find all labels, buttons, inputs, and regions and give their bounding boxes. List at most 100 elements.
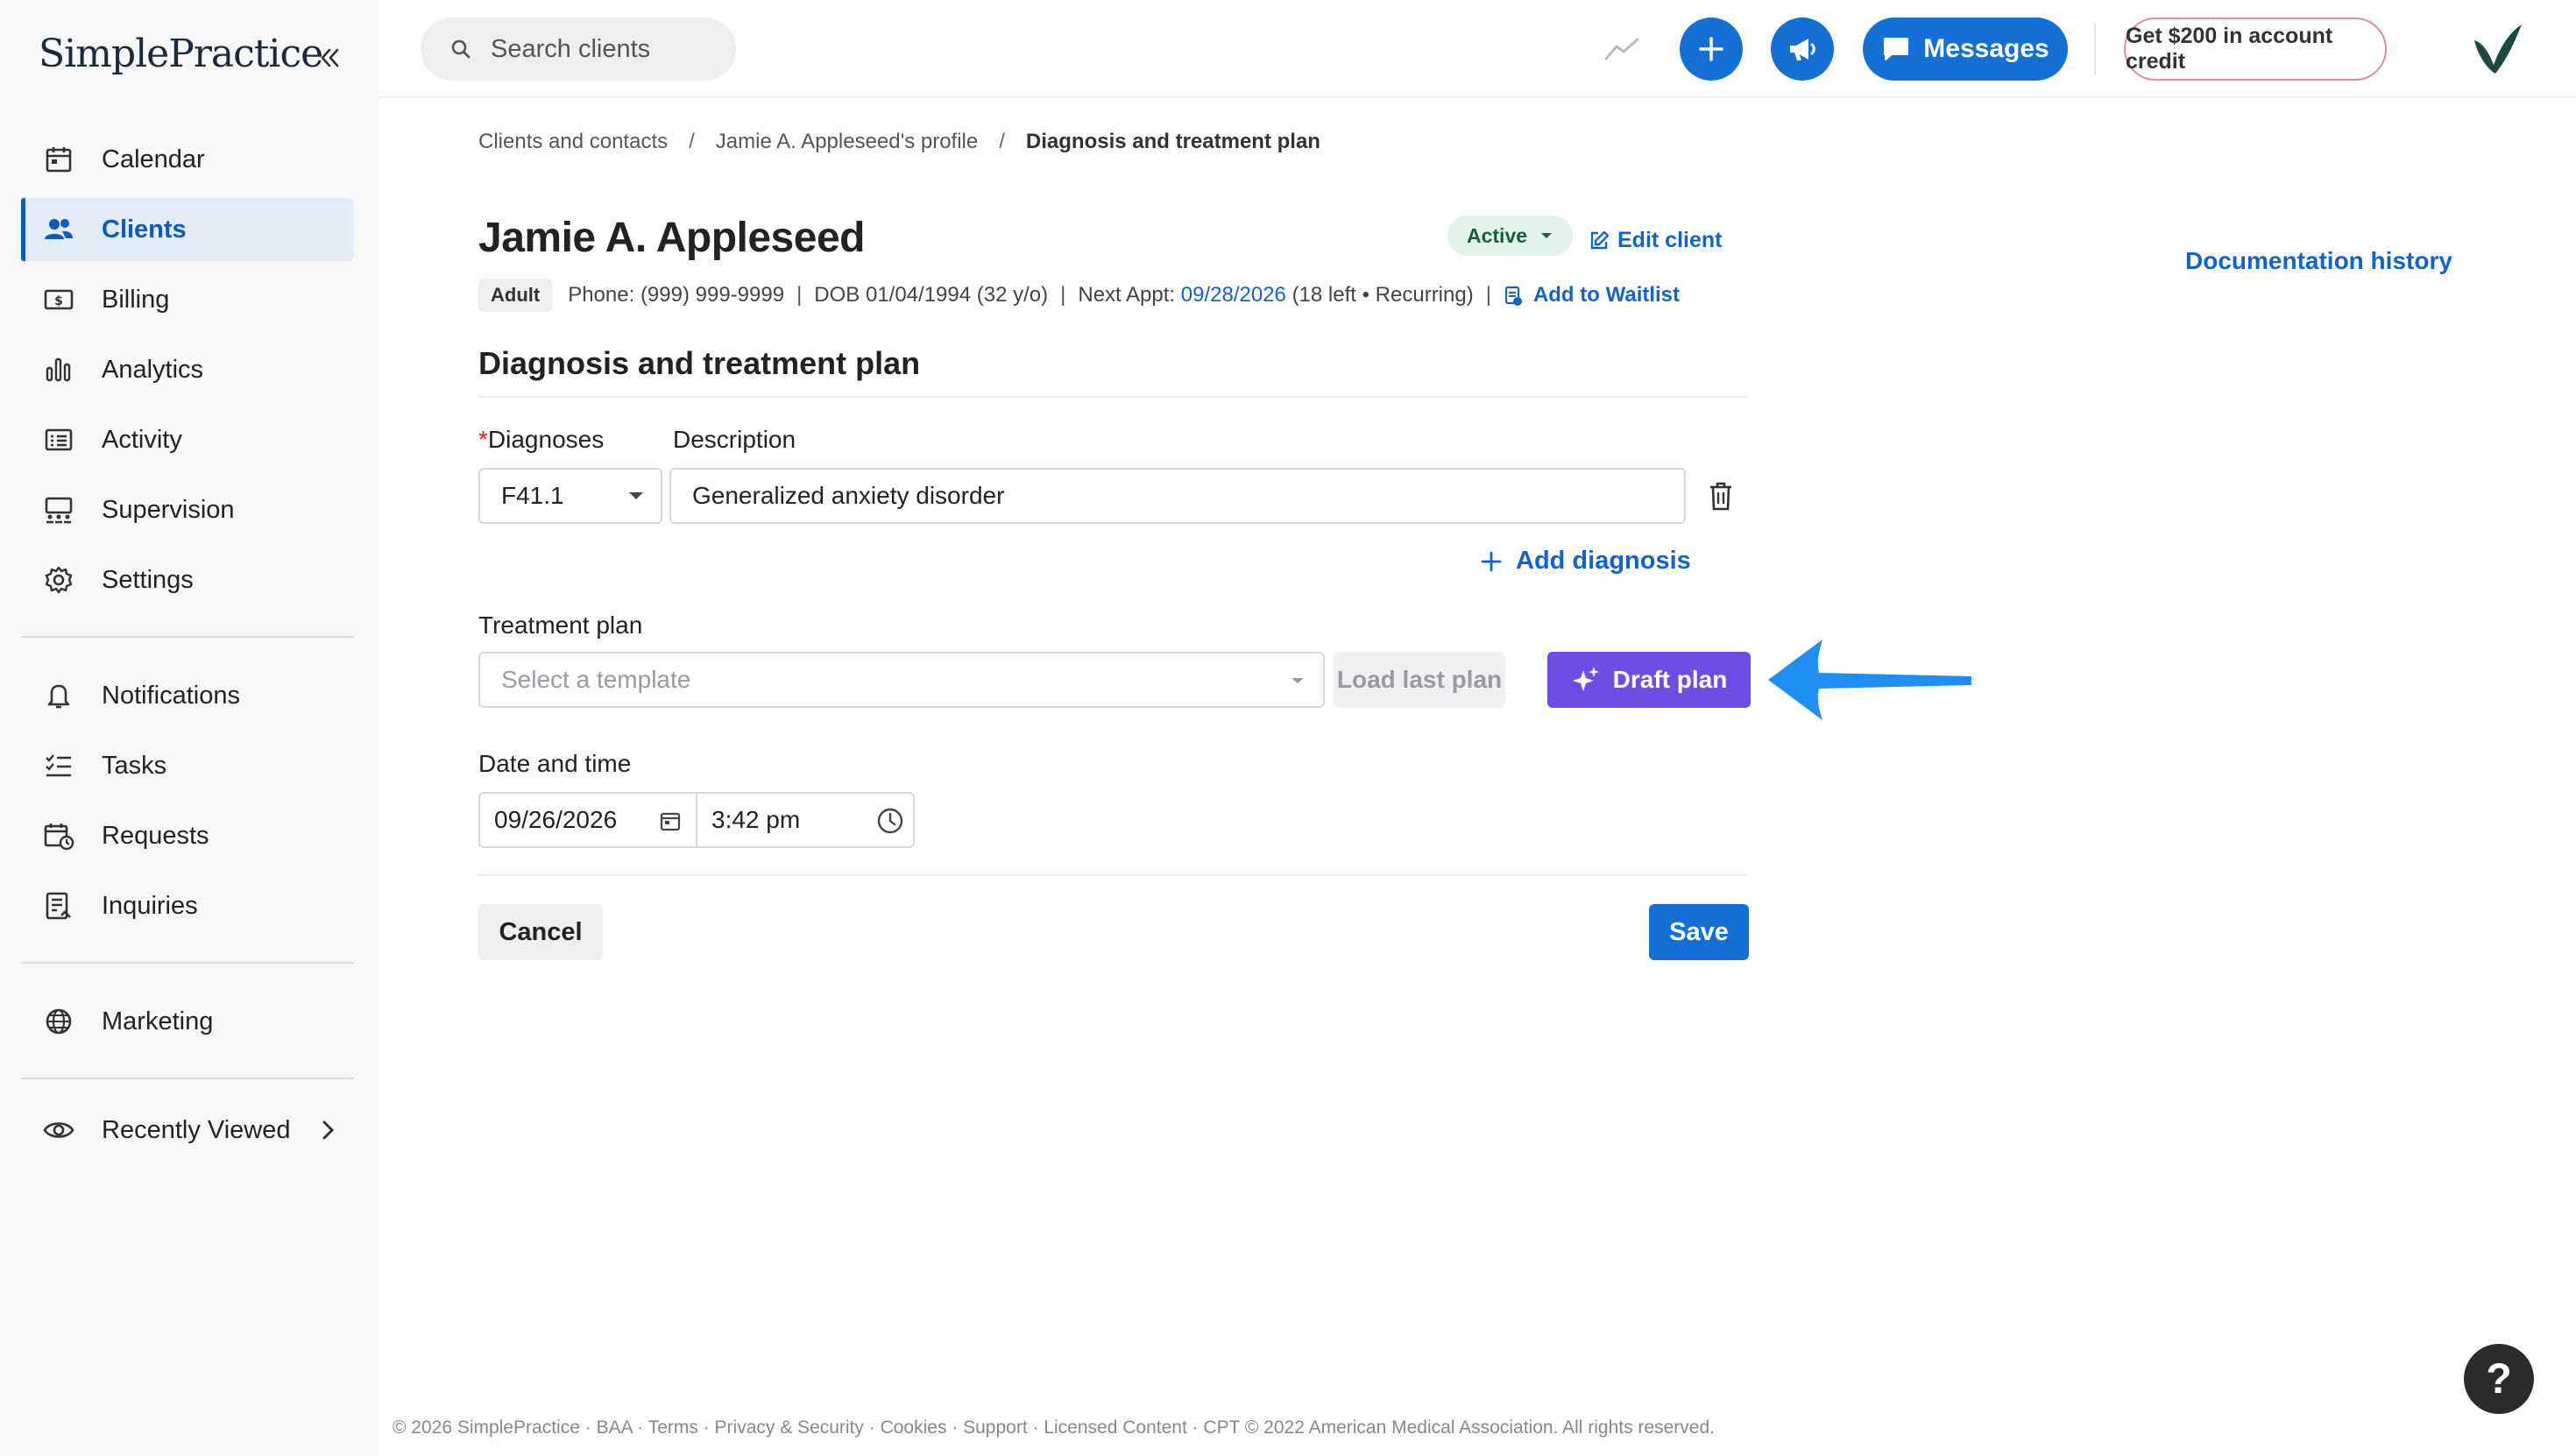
diagnoses-label-text: Diagnoses	[487, 426, 605, 453]
time-value: 3:42 pm	[711, 806, 801, 833]
sidebar-item-recently-viewed[interactable]: Recently Viewed	[21, 1099, 354, 1162]
account-credit-button[interactable]: Get $200 in account credit	[2124, 18, 2387, 81]
treatment-plan-label: Treatment plan	[478, 611, 643, 639]
load-last-plan-button[interactable]: Load last plan	[1334, 652, 1505, 708]
diagnosis-code-select[interactable]: F41.1	[478, 468, 662, 524]
sidebar-item-clients[interactable]: Clients	[21, 198, 354, 261]
delete-diagnosis-button[interactable]	[1703, 477, 1738, 515]
section-divider	[478, 396, 1747, 398]
edit-icon	[1588, 230, 1610, 252]
breadcrumb-link-profile[interactable]: Jamie A. Appleseed's profile	[716, 130, 978, 154]
caret-down-icon	[627, 491, 645, 501]
requests-icon	[42, 819, 75, 852]
sidebar-item-label: Marketing	[102, 1007, 214, 1035]
main-content: Clients and contacts / Jamie A. Applesee…	[379, 98, 2576, 1456]
next-appt-label: Next Appt:	[1078, 283, 1176, 307]
add-diagnosis-label: Add diagnosis	[1516, 547, 1691, 575]
tasks-icon	[42, 749, 75, 782]
megaphone-icon	[1790, 39, 1815, 60]
sidebar-item-label: Billing	[102, 285, 170, 314]
app-root: SimplePractice Calendar Clients $ Billin…	[0, 0, 2576, 1456]
app-logo[interactable]: SimplePractice	[39, 32, 323, 76]
sidebar-item-analytics[interactable]: Analytics	[21, 338, 354, 401]
gear-icon	[42, 563, 75, 597]
draft-plan-label: Draft plan	[1612, 666, 1728, 693]
announcements-button[interactable]	[1771, 18, 1834, 81]
messages-button[interactable]: Messages	[1863, 18, 2068, 81]
diagnoses-label: *Diagnoses	[478, 426, 604, 454]
sidebar-item-label: Tasks	[102, 751, 167, 780]
search-icon	[450, 39, 471, 60]
bell-icon	[42, 679, 75, 712]
sidebar-item-tasks[interactable]: Tasks	[21, 734, 354, 797]
clock-icon	[876, 807, 904, 835]
sidebar-item-notifications[interactable]: Notifications	[21, 664, 354, 727]
date-time-field: 09/26/2026 3:42 pm	[478, 792, 915, 848]
sidebar-divider	[21, 1078, 354, 1079]
calendar-icon	[42, 143, 75, 176]
diagnosis-description-input[interactable]: Generalized anxiety disorder	[669, 468, 1686, 524]
help-button[interactable]: ?	[2464, 1344, 2534, 1414]
sidebar-item-activity[interactable]: Activity	[21, 408, 354, 471]
sidebar-item-label: Clients	[102, 215, 187, 244]
breadcrumb-link-clients[interactable]: Clients and contacts	[478, 130, 668, 154]
next-appt-link[interactable]: 09/28/2026	[1181, 283, 1286, 307]
double-chevron-left-icon	[321, 48, 339, 67]
create-button[interactable]	[1680, 18, 1743, 81]
sidebar-item-label: Settings	[102, 565, 194, 594]
eye-icon	[42, 1113, 75, 1147]
form-divider	[478, 874, 1747, 876]
calendar-icon	[659, 809, 682, 832]
sidebar-item-billing[interactable]: $ Billing	[21, 268, 354, 331]
sidebar-item-calendar[interactable]: Calendar	[21, 128, 354, 191]
add-to-waitlist-link[interactable]: Add to Waitlist	[1504, 283, 1680, 307]
trend-icon	[1604, 38, 1639, 60]
collapse-sidebar-button[interactable]	[312, 40, 347, 75]
sidebar: SimplePractice Calendar Clients $ Billin…	[0, 0, 379, 1456]
sidebar-item-settings[interactable]: Settings	[21, 548, 354, 611]
save-button[interactable]: Save	[1649, 904, 1749, 960]
diagnosis-code-value: F41.1	[501, 482, 564, 509]
client-type-badge: Adult	[478, 279, 553, 312]
footer: © 2026 SimplePractice · BAA · Terms · Pr…	[393, 1417, 1715, 1438]
edit-client-link[interactable]: Edit client	[1588, 228, 1722, 253]
meta-separator: |	[796, 283, 803, 307]
add-diagnosis-button[interactable]: Add diagnosis	[1481, 547, 1691, 576]
plus-icon	[1699, 37, 1723, 61]
sparkle-icon	[1571, 665, 1601, 695]
account-avatar[interactable]	[2469, 21, 2525, 77]
documentation-history-link[interactable]: Documentation history	[2185, 247, 2452, 275]
caret-down-icon	[1290, 676, 1306, 685]
draft-plan-button[interactable]: Draft plan	[1547, 652, 1751, 708]
svg-text:$: $	[54, 294, 63, 308]
caret-down-icon	[1539, 231, 1553, 240]
sidebar-item-marketing[interactable]: Marketing	[21, 990, 354, 1053]
sidebar-item-requests[interactable]: Requests	[21, 804, 354, 867]
client-dob: DOB 01/04/1994 (32 y/o)	[814, 283, 1049, 307]
client-meta: Adult Phone: (999) 999-9999 | DOB 01/04/…	[478, 279, 1680, 312]
globe-icon	[42, 1005, 75, 1038]
sidebar-item-label: Supervision	[102, 495, 235, 524]
breadcrumb-separator: /	[999, 130, 1005, 153]
cancel-button[interactable]: Cancel	[478, 904, 603, 960]
time-input[interactable]: 3:42 pm	[697, 794, 913, 846]
template-placeholder: Select a template	[501, 666, 691, 693]
waitlist-icon	[1504, 284, 1523, 307]
status-badge[interactable]: Active	[1447, 216, 1574, 256]
billing-icon: $	[42, 283, 75, 316]
meta-separator: |	[1485, 283, 1491, 307]
plus-icon	[1481, 551, 1502, 572]
sidebar-item-inquiries[interactable]: Inquiries	[21, 874, 354, 937]
date-value: 09/26/2026	[494, 806, 618, 833]
sidebar-item-label: Notifications	[102, 681, 240, 710]
sidebar-item-label: Analytics	[102, 355, 204, 384]
trend-button[interactable]	[1600, 30, 1644, 68]
search-input[interactable]: Search clients	[421, 18, 736, 81]
sidebar-item-supervision[interactable]: Supervision	[21, 478, 354, 541]
date-input[interactable]: 09/26/2026	[480, 794, 697, 846]
analytics-icon	[42, 353, 75, 386]
template-select[interactable]: Select a template	[478, 652, 1325, 708]
required-marker: *	[478, 426, 488, 453]
sidebar-item-label: Inquiries	[102, 891, 198, 920]
waitlist-label: Add to Waitlist	[1532, 283, 1681, 307]
